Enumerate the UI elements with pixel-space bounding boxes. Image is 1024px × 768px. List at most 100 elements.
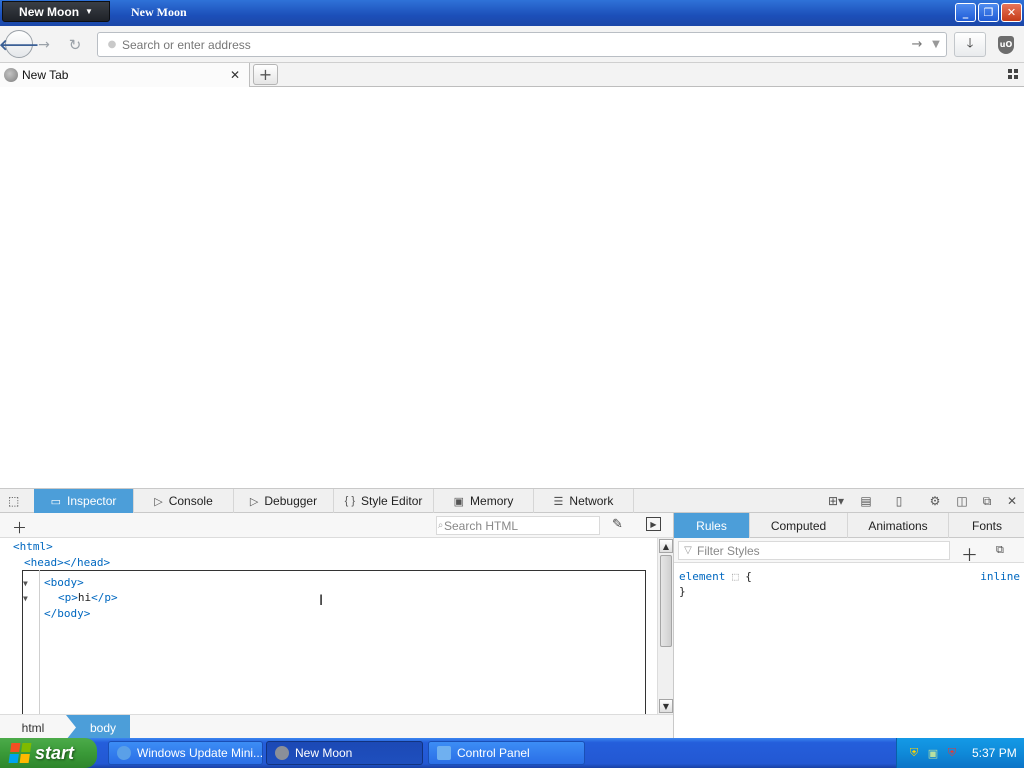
windows-logo-icon	[8, 743, 32, 763]
forward-arrow-icon: →	[38, 36, 50, 53]
markup-scrollbar[interactable]: ▲ ▼	[657, 538, 673, 714]
clock[interactable]: 5:37 PM	[972, 746, 1017, 760]
style-editor-icon: { }	[344, 495, 356, 507]
network-icon[interactable]: ▣	[926, 746, 940, 760]
toggle-sidebar-icon[interactable]: ▶	[646, 517, 661, 531]
tab-console-label: Console	[168, 494, 213, 508]
tab-computed[interactable]: Computed	[750, 513, 848, 538]
history-dropdown-icon[interactable]: ▼	[926, 39, 946, 50]
start-button[interactable]: start	[0, 738, 97, 768]
eyedropper-icon[interactable]: ✎	[612, 517, 623, 532]
inspector-icon: ▭	[50, 495, 62, 508]
search-html-input[interactable]	[444, 518, 599, 533]
rule-close-brace: }	[679, 585, 686, 598]
tab-new-tab[interactable]: New Tab ✕	[0, 63, 250, 87]
restore-button[interactable]: ❐	[978, 3, 999, 22]
address-bar[interactable]: ● → ▼	[97, 32, 947, 57]
devtools-panel: ⬚ ▭ Inspector ▷ Console ▷ Debugger { } S…	[0, 488, 1024, 740]
node-body[interactable]: <body>	[44, 576, 84, 589]
node-p[interactable]: <p>hi</p>	[58, 591, 118, 604]
taskbar: start Windows Update Mini... New Moon Co…	[0, 738, 1024, 768]
node-head[interactable]: <head></head>	[24, 556, 110, 569]
app-menu-button[interactable]: New Moon ▼	[2, 1, 110, 22]
element-picker-icon[interactable]: ⬚	[8, 494, 24, 508]
minimize-button[interactable]: _	[955, 3, 976, 22]
tab-groups-icon[interactable]	[1008, 69, 1018, 79]
settings-gear-icon[interactable]: ⚙	[927, 493, 943, 509]
responsive-mode-icon[interactable]: ▯	[891, 493, 907, 509]
rule-source[interactable]: inline	[980, 570, 1020, 583]
scroll-down-icon[interactable]: ▼	[659, 699, 673, 713]
search-html-box[interactable]: ⌕	[436, 516, 600, 535]
close-devtools-icon[interactable]: ✕	[1004, 493, 1020, 509]
scroll-thumb[interactable]	[660, 555, 672, 647]
tab-rules[interactable]: Rules	[674, 513, 750, 538]
title-bar: New Moon ▼ New Moon _ ❐ ✕	[0, 0, 1024, 26]
reload-button[interactable]: ↻	[64, 32, 86, 57]
tab-animations[interactable]: Animations	[848, 513, 949, 538]
undock-window-icon[interactable]: ⧉	[979, 493, 995, 509]
security-alert-icon[interactable]: ⛨	[945, 746, 959, 760]
system-tray: ⛨ ▣ ⛨ 5:37 PM	[896, 738, 1024, 768]
markup-view: ＋ ⌕ ✎ ▶ <html> <head></head> ▼ <body> ▼ …	[0, 513, 673, 740]
back-button[interactable]: 🡐	[0, 30, 39, 58]
tab-network[interactable]: ☰ Network	[534, 489, 634, 513]
markup-tree[interactable]: <html> <head></head> ▼ <body> ▼ <p>hi</p…	[0, 538, 657, 714]
p-close-tag: </p>	[91, 591, 118, 604]
body-open-tag: <body>	[44, 576, 84, 589]
tab-console[interactable]: ▷ Console	[134, 489, 234, 513]
filter-styles-box[interactable]: ▽	[678, 541, 950, 560]
ublock-button[interactable]: uO	[992, 32, 1020, 57]
taskbar-item-control-panel[interactable]: Control Panel	[428, 741, 585, 765]
close-window-button[interactable]: ✕	[1001, 3, 1022, 22]
chevron-down-icon: ▼	[85, 7, 93, 16]
tab-fonts[interactable]: Fonts	[949, 513, 1024, 538]
tab-close-icon[interactable]: ✕	[227, 68, 243, 82]
node-body-close[interactable]: </body>	[44, 607, 90, 620]
breadcrumb-html[interactable]: html	[0, 715, 66, 740]
node-highlight-icon[interactable]: ⬚	[732, 570, 739, 583]
forward-button[interactable]: →	[34, 32, 54, 57]
windows-update-icon	[117, 746, 131, 760]
tab-memory[interactable]: ▣ Memory	[434, 489, 534, 513]
rule-selector[interactable]: element ⬚ {	[679, 570, 752, 583]
taskbar-item-windows-update[interactable]: Windows Update Mini...	[108, 741, 263, 765]
filter-styles-input[interactable]	[697, 543, 949, 558]
go-arrow-icon[interactable]: →	[908, 37, 926, 52]
breadcrumb-body[interactable]: body	[66, 715, 130, 740]
new-moon-icon	[275, 746, 289, 760]
rule-open-brace: {	[745, 570, 752, 583]
scroll-up-icon[interactable]: ▲	[659, 539, 673, 553]
downloads-button[interactable]: 🡓	[954, 32, 986, 57]
tab-style-editor[interactable]: { } Style Editor	[334, 489, 434, 513]
dock-side-icon[interactable]: ◫	[954, 493, 970, 509]
add-node-icon[interactable]: ＋	[12, 517, 27, 538]
new-tab-button[interactable]: +	[253, 64, 278, 85]
page-content[interactable]	[0, 88, 1024, 488]
expand-triangle-icon[interactable]: ▼	[23, 594, 28, 603]
minimize-icon: _	[962, 6, 969, 19]
node-html[interactable]: <html>	[13, 540, 53, 553]
window-title: New Moon	[131, 5, 187, 19]
add-rule-icon[interactable]: ＋	[961, 541, 978, 566]
taskbar-item-label: New Moon	[295, 746, 353, 760]
debugger-icon: ▷	[249, 495, 259, 508]
pseudo-class-toggle-icon[interactable]: ⧉	[996, 543, 1012, 557]
html-open-tag: <html>	[13, 540, 53, 553]
markup-toolbar: ＋ ⌕ ✎ ▶	[0, 513, 673, 538]
tab-inspector[interactable]: ▭ Inspector	[34, 489, 134, 513]
frame-select-icon[interactable]: ⊞▾	[824, 493, 848, 509]
scratchpad-icon[interactable]: ▤	[858, 493, 874, 509]
security-shield-icon[interactable]: ⛨	[907, 746, 921, 760]
control-panel-icon	[437, 746, 451, 760]
filter-icon: ▽	[684, 545, 692, 556]
tab-bar: New Tab ✕ +	[0, 63, 1024, 87]
tab-inspector-label: Inspector	[67, 494, 117, 508]
devtools-toolbar: ⬚ ▭ Inspector ▷ Console ▷ Debugger { } S…	[0, 489, 1024, 513]
p-open-tag: <p>	[58, 591, 78, 604]
taskbar-item-new-moon[interactable]: New Moon	[266, 741, 423, 765]
expand-triangle-icon[interactable]: ▼	[23, 579, 28, 588]
url-input[interactable]	[122, 37, 908, 52]
tab-debugger[interactable]: ▷ Debugger	[234, 489, 334, 513]
identity-icon[interactable]: ●	[102, 39, 122, 50]
